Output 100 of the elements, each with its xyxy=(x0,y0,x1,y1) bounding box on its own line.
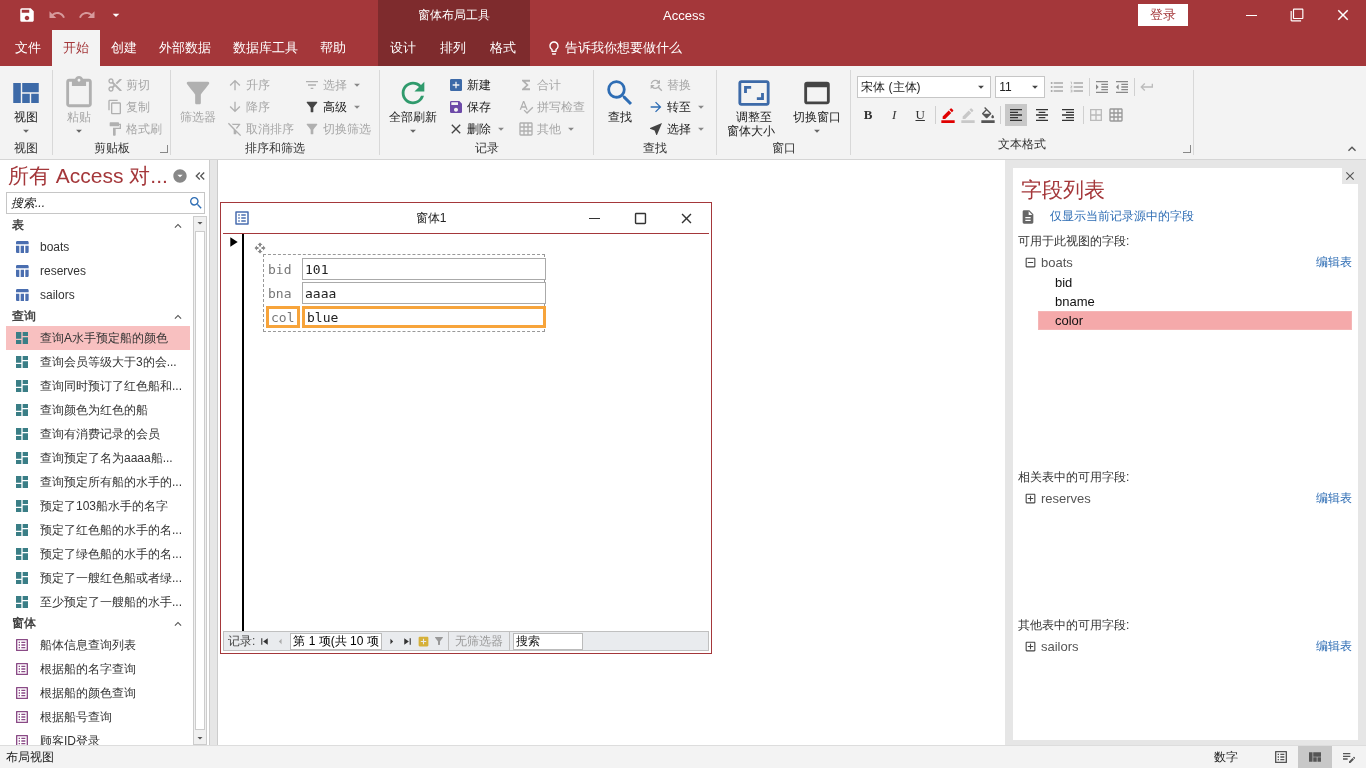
field-item[interactable]: bname xyxy=(1038,292,1352,311)
nav-item[interactable]: boats xyxy=(6,235,190,259)
nav-item[interactable]: 根据船的名字查询 xyxy=(6,657,190,681)
ribbon-button[interactable]: 查找 xyxy=(600,74,640,126)
search-field[interactable]: 搜索... xyxy=(9,195,159,211)
table-icon xyxy=(14,263,30,279)
nav-item[interactable]: sailors xyxy=(6,283,190,307)
text-field[interactable]: blue xyxy=(302,306,546,328)
field-label[interactable]: col xyxy=(266,306,300,328)
group-title: 记录 xyxy=(474,140,499,157)
ribbon-tab[interactable]: 数据库工具 xyxy=(222,34,309,62)
bold-button[interactable]: B xyxy=(857,104,880,126)
text-field[interactable]: 101 xyxy=(302,258,546,280)
form-title: 窗体1 xyxy=(414,209,448,227)
fill-color-icon xyxy=(980,107,997,123)
table-name[interactable]: boats xyxy=(1041,254,1312,270)
dialog-launcher-icon[interactable] xyxy=(1183,145,1192,153)
paintbrush-icon xyxy=(107,121,123,137)
clear-sort-icon xyxy=(227,121,243,137)
field-label[interactable]: bid xyxy=(266,258,300,280)
ribbon-button[interactable]: 保存 xyxy=(446,96,510,118)
dialog-launcher-icon[interactable] xyxy=(160,145,168,153)
ribbon-button[interactable]: 视图 xyxy=(6,74,46,140)
record-position-field[interactable]: 第 1 项(共 10 项 xyxy=(290,632,383,650)
ribbon-tab[interactable]: 开始 xyxy=(52,30,100,66)
nav-item[interactable]: 根据船号查询 xyxy=(6,705,190,729)
record-search-field[interactable]: 搜索 xyxy=(513,632,584,650)
underline-button[interactable]: U xyxy=(909,104,932,126)
text-field[interactable]: aaaa xyxy=(302,282,546,304)
nav-item[interactable]: 查询同时预订了红色船和... xyxy=(6,374,190,398)
layout-view-button[interactable] xyxy=(1298,745,1332,768)
font-size-select[interactable]: 11 xyxy=(995,76,1046,98)
pane-title: 所有 Access 对... xyxy=(8,163,168,189)
table-name[interactable]: reserves xyxy=(1041,490,1312,506)
italic-button[interactable]: I xyxy=(883,104,906,126)
ribbon-tab[interactable]: 设计 xyxy=(378,34,428,62)
nav-item[interactable]: 查询会员等级大于3的会... xyxy=(6,350,190,374)
ribbon-tab[interactable]: 外部数据 xyxy=(148,34,222,62)
nav-item[interactable]: reserves xyxy=(6,259,190,283)
section-title: 表 xyxy=(12,217,24,234)
nav-item[interactable]: 根据船的颜色查询 xyxy=(6,681,190,705)
nav-item[interactable]: 预定了绿色船的水手的名... xyxy=(6,542,190,566)
ribbon-tab[interactable]: 创建 xyxy=(100,34,148,62)
align-left-icon xyxy=(1008,107,1025,123)
field-item[interactable]: bid xyxy=(1038,273,1352,292)
nav-item[interactable]: 查询预定了名为aaaa船... xyxy=(6,446,190,470)
nav-item[interactable]: 预定了103船水手的名字 xyxy=(6,494,190,518)
expand-icon[interactable] xyxy=(1024,491,1037,505)
ribbon-tab[interactable]: 排列 xyxy=(428,34,478,62)
move-handle-icon xyxy=(254,242,266,254)
ribbon-tab[interactable]: 文件 xyxy=(4,34,52,62)
ribbon-button[interactable]: 新建 xyxy=(446,74,510,96)
ribbon-button[interactable]: 全部刷新 xyxy=(386,74,440,140)
search-box[interactable]: 搜索... xyxy=(6,192,205,214)
ribbon-button[interactable]: 调整至窗体大小 xyxy=(723,74,785,140)
font-select[interactable]: 宋体 (主体) xyxy=(857,76,992,98)
ribbon-button[interactable]: 删除 xyxy=(446,118,510,140)
ribbon-button[interactable]: 切换窗口 xyxy=(790,74,845,140)
nav-item[interactable]: 至少预定了一艘船的水手... xyxy=(6,590,190,614)
gridlines-icon xyxy=(1088,107,1105,123)
ribbon-button[interactable]: 选择 xyxy=(646,118,710,140)
save-icon xyxy=(18,6,36,24)
numbered-list-icon xyxy=(1069,79,1086,95)
edit-table-link[interactable]: 编辑表 xyxy=(1316,637,1352,655)
table-name[interactable]: sailors xyxy=(1041,638,1312,654)
ribbon-button[interactable]: 转至 xyxy=(646,96,710,118)
sort-descending-icon xyxy=(227,99,243,115)
query-icon xyxy=(14,522,30,538)
funnel-icon xyxy=(304,121,320,137)
edit-table-link[interactable]: 编辑表 xyxy=(1316,489,1352,507)
query-icon xyxy=(14,546,30,562)
nav-item[interactable]: 船体信息查询列表 xyxy=(6,633,190,657)
sign-in-button[interactable]: 登录 xyxy=(1138,4,1188,26)
scrollbar[interactable] xyxy=(193,216,207,745)
grid-icon xyxy=(518,121,534,137)
ribbon-button[interactable]: 高级 xyxy=(302,96,373,118)
nav-item[interactable]: 预定了一艘红色船或者绿... xyxy=(6,566,190,590)
form-icon xyxy=(14,709,30,725)
field-item[interactable]: color xyxy=(1038,311,1352,330)
dropdown-icon xyxy=(171,168,188,184)
ribbon-tab[interactable]: 帮助 xyxy=(309,34,357,62)
nav-item[interactable]: 查询A水手预定船的颜色 xyxy=(6,326,190,350)
ribbon-tab[interactable]: 格式 xyxy=(478,34,528,62)
query-icon xyxy=(14,354,30,370)
align-left-button[interactable] xyxy=(1005,104,1028,126)
section-title: 窗体 xyxy=(12,615,36,632)
nav-item[interactable]: 查询有消费记录的会员 xyxy=(6,422,190,446)
collapse-icon[interactable] xyxy=(1024,255,1037,269)
save-icon xyxy=(448,99,464,115)
field-label[interactable]: bna xyxy=(266,282,300,304)
option-link[interactable]: 仅显示当前记录源中的字段 xyxy=(1018,204,1352,231)
nav-item[interactable]: 查询颜色为红色的船 xyxy=(6,398,190,422)
edit-table-link[interactable]: 编辑表 xyxy=(1316,253,1352,271)
nav-item[interactable]: 查询预定所有船的水手的... xyxy=(6,470,190,494)
nav-item[interactable]: 预定了红色船的水手的名... xyxy=(6,518,190,542)
expand-icon[interactable] xyxy=(1024,639,1037,653)
new-record-icon xyxy=(448,77,464,93)
query-icon xyxy=(14,426,30,442)
tell-me-search[interactable]: 告诉我你想要做什么 xyxy=(540,38,688,58)
record-label: 记录: xyxy=(228,632,256,650)
